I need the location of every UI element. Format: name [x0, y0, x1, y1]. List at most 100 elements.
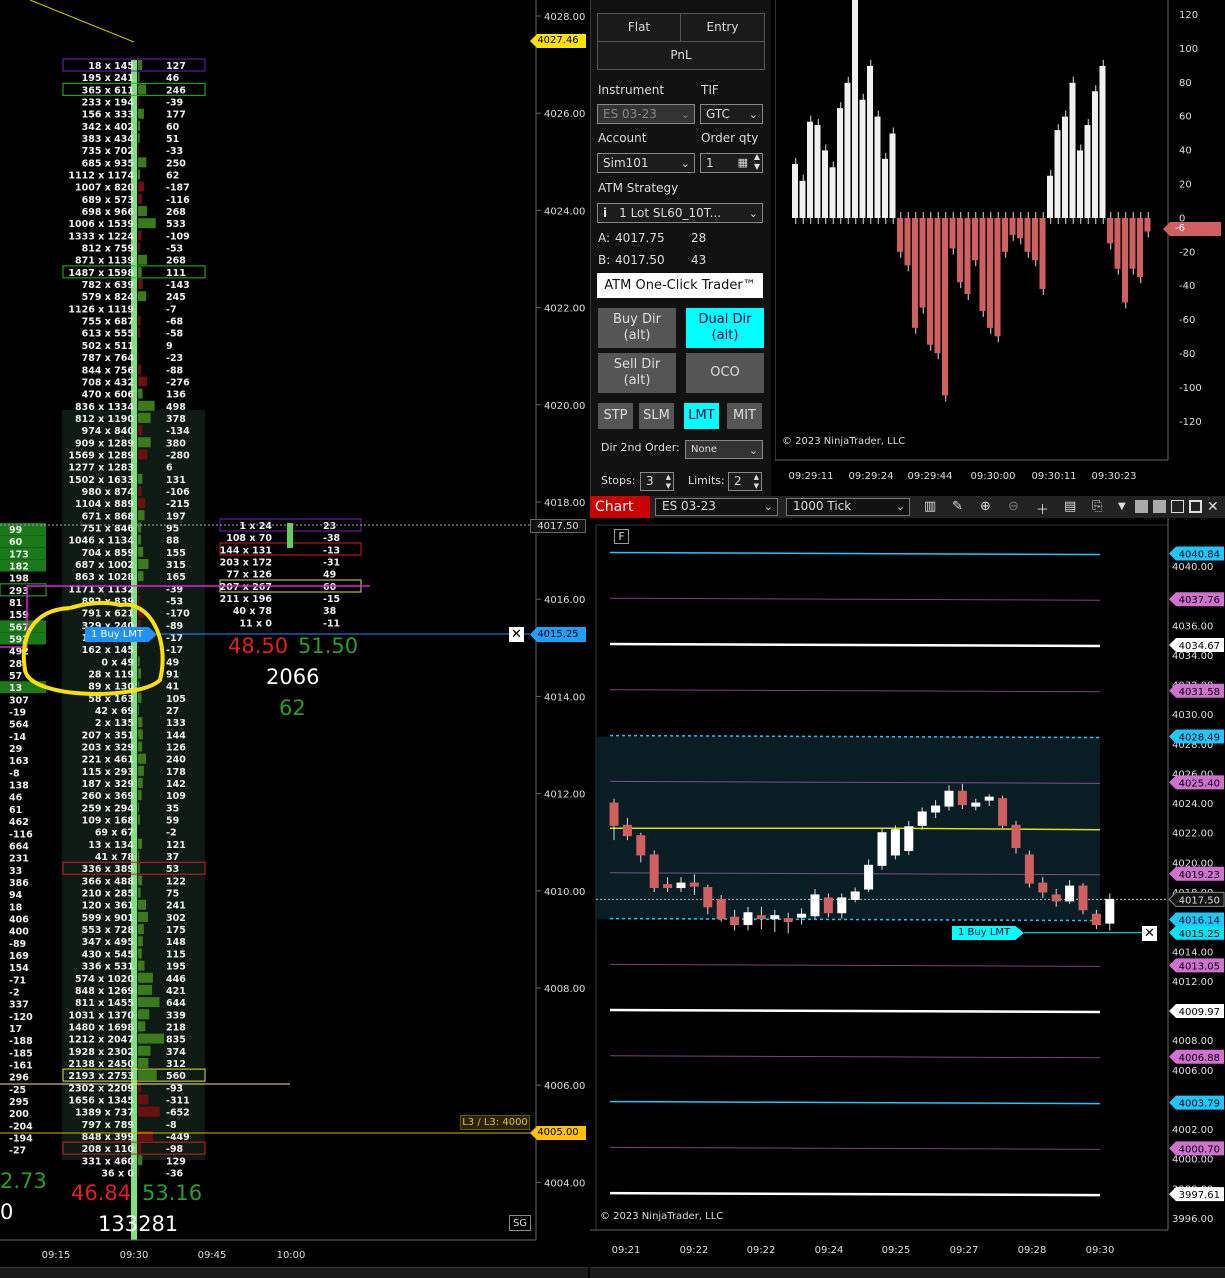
footprint-cell: 797 x 789	[82, 1120, 134, 1131]
price-tag: 4009.97	[1169, 1004, 1224, 1018]
delta-bar	[1092, 91, 1098, 218]
dir-2nd-order-select[interactable]: None⌄	[685, 440, 763, 459]
delta-axis-label: -120	[1179, 417, 1202, 428]
footprint-delta: 533	[166, 219, 186, 230]
candle-body	[1079, 886, 1087, 910]
order-qty-input[interactable]: 1 ▦ ▲▼	[700, 153, 763, 173]
footprint-cell: 233 x 194	[82, 98, 135, 109]
limits-input[interactable]: 2▲▼	[728, 472, 762, 491]
delta-bar	[1085, 125, 1091, 218]
delta-chart[interactable]: 120100806040200-20-40-60-80-100-12009:29…	[775, 0, 1225, 494]
candle-body	[932, 806, 940, 812]
stepper-icon[interactable]: ▲▼	[754, 152, 760, 172]
footprint-delta: -109	[166, 231, 190, 242]
sg-button[interactable]: SG	[509, 1215, 531, 1231]
stats-ask-pct: 51.50	[298, 634, 358, 658]
horizontal-scrollbar[interactable]	[590, 1267, 1225, 1278]
footprint-cell: 120 x 361	[82, 901, 134, 912]
prev-column-value: 406	[9, 914, 29, 925]
footprint-cell: 260 x 369	[82, 791, 134, 802]
prev-column-value: -89	[9, 939, 26, 950]
footprint-delta: -33	[166, 146, 183, 157]
slm-button[interactable]: SLM	[639, 403, 674, 429]
buy-dir-button[interactable]: Buy Dir (alt)	[598, 308, 676, 348]
delta-histogram-bar	[138, 364, 141, 374]
buy-lmt-order-label[interactable]: 1 Buy LMT	[85, 627, 157, 642]
order-entry-panel: Flat Entry PnL Instrument TIF ES 03-23⌄ …	[590, 0, 771, 496]
close-icon[interactable]: ✕	[1207, 499, 1219, 515]
prev-column-value: -19	[9, 708, 26, 719]
window-tile2-icon[interactable]	[1153, 500, 1166, 513]
flat-button[interactable]: Flat	[597, 13, 681, 42]
oco-button[interactable]: OCO	[686, 353, 764, 393]
price-tag: 4037.76	[1169, 592, 1224, 606]
stops-input[interactable]: 3▲▼	[640, 472, 674, 491]
zoom-in-icon[interactable]: ⊕	[980, 499, 991, 514]
bars-icon[interactable]: ▥	[924, 499, 936, 514]
instrument-selector[interactable]: ES 03-23⌄	[655, 498, 778, 516]
instrument-select[interactable]: ES 03-23⌄	[597, 104, 695, 124]
stepper-icon[interactable]: ▲▼	[666, 473, 671, 491]
buy-lmt-order-label[interactable]: 1 Buy LMT	[952, 926, 1024, 940]
footprint-delta: -88	[166, 365, 184, 376]
crosshair-icon[interactable]: ＋	[1036, 499, 1049, 518]
footprint-delta: 268	[166, 256, 186, 267]
sell-dir-button[interactable]: Sell Dir (alt)	[598, 353, 676, 393]
interval-selector[interactable]: 1000 Tick⌄	[786, 498, 910, 516]
time-axis-label: 09:24	[815, 1245, 844, 1256]
dual-dir-button[interactable]: Dual Dir (alt)	[686, 308, 764, 348]
prev-column-value: -120	[9, 1012, 33, 1023]
time-axis-label: 09:22	[747, 1245, 776, 1256]
lmt-button[interactable]: LMT	[684, 403, 719, 429]
footprint-cell: 811 x 1455	[75, 998, 134, 1009]
footprint-cell: 1046 x 1134	[68, 536, 134, 547]
account-label: Account	[598, 131, 646, 145]
chart-tab[interactable]: Chart	[590, 496, 650, 518]
price-tag-label: 4013.05	[1179, 961, 1220, 972]
pencil-icon[interactable]: ✎	[952, 499, 963, 514]
prev-column-value: 198	[9, 574, 29, 585]
tif-select[interactable]: GTC⌄	[700, 104, 763, 124]
delta-histogram-bar	[138, 279, 143, 289]
strategy-icon[interactable]: ⎘	[1092, 499, 1102, 514]
band-line	[610, 964, 1100, 966]
window-tile-icon[interactable]	[1135, 500, 1148, 513]
delta-bar	[1137, 218, 1143, 277]
order-cancel-icon[interactable]: ✕	[1142, 926, 1157, 941]
prev-column-value: 400	[9, 927, 29, 938]
footprint-delta: 148	[166, 937, 186, 948]
maximize-icon[interactable]	[1189, 500, 1202, 513]
delta-bar	[1032, 218, 1038, 260]
properties-icon[interactable]: ▤	[1064, 499, 1076, 514]
mit-button[interactable]: MIT	[727, 403, 762, 429]
footprint-cell: 115 x 293	[82, 767, 134, 778]
horizontal-scrollbar[interactable]	[0, 1267, 588, 1278]
stp-button[interactable]: STP	[598, 403, 633, 429]
order-cancel-icon[interactable]: ✕	[509, 627, 524, 642]
delta-histogram-bar	[138, 170, 140, 180]
stepper-icon[interactable]: ▲▼	[754, 473, 759, 491]
delta-histogram-bar	[138, 425, 142, 435]
delta-histogram-bar	[138, 851, 139, 861]
pnl-display: PnL	[597, 41, 765, 70]
footprint-delta: 155	[166, 548, 186, 559]
footprint-cell: 812 x 759	[82, 244, 134, 255]
price-axis-label: 4024.00	[544, 206, 585, 217]
footprint-cell: 347 x 495	[82, 937, 134, 948]
entry-button[interactable]: Entry	[680, 13, 765, 42]
account-select[interactable]: Sim101⌄	[597, 153, 695, 173]
bottom-volume: 133281	[98, 1212, 178, 1236]
prev-column-value: 337	[9, 1000, 29, 1011]
footprint-cell: 221 x 461	[82, 755, 134, 766]
info-icon[interactable]: i	[603, 206, 619, 220]
calculator-icon[interactable]: ▦	[738, 154, 748, 172]
atm-one-click-button[interactable]: ATM One-Click Trader™	[597, 273, 763, 298]
footprint-chart[interactable]: 4028.004026.004024.004022.004020.004018.…	[0, 0, 588, 1277]
delta-bar	[920, 218, 926, 308]
zoom-out-icon[interactable]: ⊖	[1008, 499, 1019, 514]
minimize-icon[interactable]	[1171, 500, 1184, 513]
chevron-down-icon[interactable]: ▼	[1118, 501, 1126, 512]
delta-bar	[852, 0, 858, 218]
atm-strategy-select[interactable]: i1 Lot SL60_10T...⌄	[597, 203, 763, 223]
f-button[interactable]: F	[614, 529, 629, 544]
